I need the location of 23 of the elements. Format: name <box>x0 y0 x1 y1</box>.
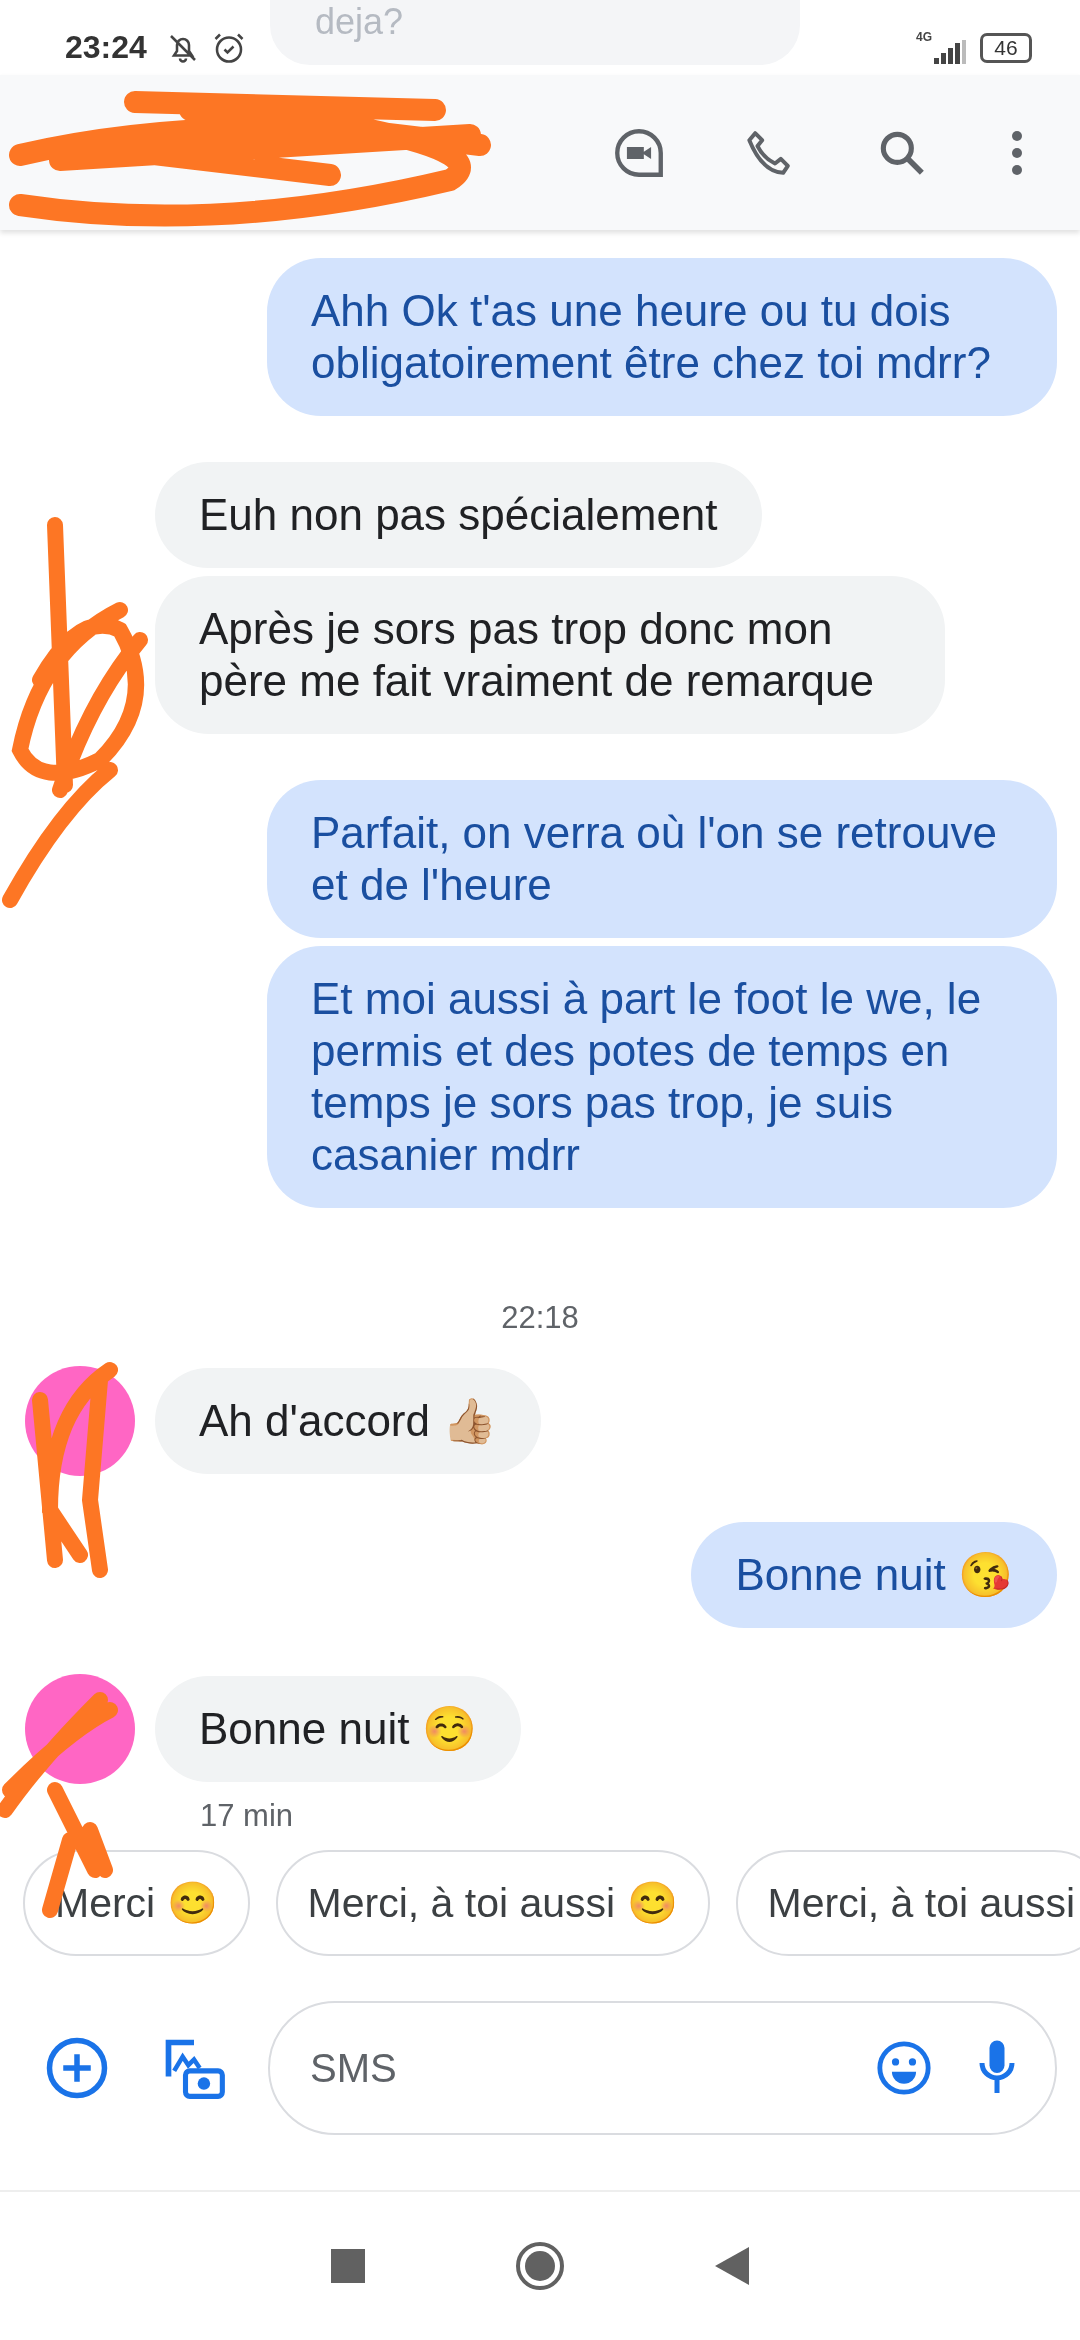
more-options-icon[interactable] <box>1010 128 1024 177</box>
battery-level: 46 <box>980 32 1032 63</box>
signal-icon <box>932 39 966 64</box>
message-time: 17 min <box>200 1798 294 1834</box>
message-bubble: Et moi aussi à part le foot le we, le permis et des potes de temps en temps je sors pas trop, je suis casanier mdrr <box>267 946 1057 1208</box>
message-bubble: Après je sors pas trop donc mon père me fait vraiment de remarque <box>155 576 945 734</box>
message-input-field[interactable]: SMS <box>268 2001 1057 2135</box>
add-icon[interactable] <box>44 2035 110 2101</box>
message-bubble: Bonne nuit 😘 <box>691 1522 1057 1628</box>
emoji-icon[interactable] <box>875 2039 933 2097</box>
message-bubble: Ah d'accord 👍🏼 <box>155 1368 542 1474</box>
suggested-reply-chip[interactable]: Merci, à toi aussi <box>735 1850 1080 1956</box>
suggested-reply-chip[interactable]: Merci, à toi aussi 😊 <box>275 1850 710 1956</box>
timestamp: 22:18 <box>501 1300 579 1335</box>
network-type: 4G <box>916 29 932 44</box>
message-bubble: Bonne nuit ☺ <box>155 1676 521 1782</box>
message-bubble: Euh non pas spécialement <box>155 462 762 568</box>
back-button-icon[interactable] <box>715 2247 749 2285</box>
message-bubble: Parfait, on verra où l'on se retrouve et de l'heure <box>267 780 1057 938</box>
clock-time: 23:24 <box>65 29 147 66</box>
home-button-icon[interactable] <box>515 2241 565 2291</box>
message-text: deja? <box>315 2 404 42</box>
message-bubble: Ahh Ok t'as une heure ou tu dois obligatoirement être chez toi mdrr? <box>267 258 1057 416</box>
